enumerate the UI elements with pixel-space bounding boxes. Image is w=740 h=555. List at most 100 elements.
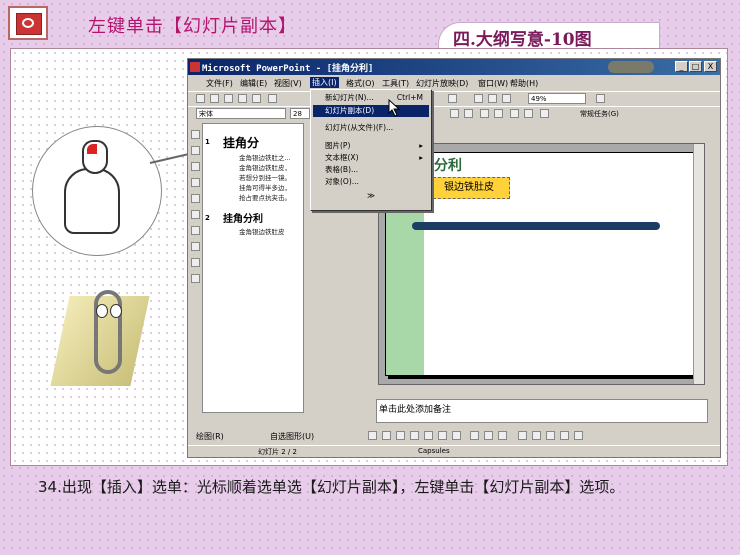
menu-tools[interactable]: 工具(T) (382, 78, 409, 89)
print-icon[interactable] (238, 94, 247, 103)
animation-icon[interactable] (540, 109, 549, 118)
collapse-all-icon[interactable] (191, 226, 200, 235)
expand-icon[interactable] (191, 210, 200, 219)
new-icon[interactable] (196, 94, 205, 103)
fill-color-icon[interactable] (470, 431, 479, 440)
outline-bullet[interactable]: 若想分到挂一镜。 (239, 172, 291, 182)
bullets-icon[interactable] (450, 109, 459, 118)
slide-title[interactable]: 分利 (434, 155, 462, 175)
open-icon[interactable] (210, 94, 219, 103)
menu-window[interactable]: 窗口(W) (478, 78, 508, 89)
slide-position: 幻灯片 2 / 2 (258, 448, 297, 456)
eye-icon (96, 304, 108, 318)
spelling-icon[interactable] (252, 94, 261, 103)
lesson-tab: 四.大纲写意-10图 (438, 22, 660, 50)
menu-item-duplicate-slide[interactable]: 幻灯片副本(D) (313, 105, 429, 117)
zoom-select[interactable]: 49% (528, 93, 586, 104)
line-icon[interactable] (368, 431, 377, 440)
outline-pane[interactable]: 1 挂角分 金角银边铁肚之... 金角银边铁肚皮， 若想分到挂一镜。 挂角可得半… (202, 123, 304, 413)
table-icon[interactable] (474, 94, 483, 103)
menu-help[interactable]: 帮助(H) (510, 78, 538, 89)
mouse-icon (82, 140, 108, 174)
cut-icon[interactable] (268, 94, 277, 103)
columns-icon[interactable] (488, 94, 497, 103)
minimize-button[interactable]: _ (675, 61, 688, 72)
numbering-icon[interactable] (464, 109, 473, 118)
powerpoint-window: Microsoft PowerPoint - [挂角分利] _ □ X 文件(F… (187, 58, 721, 458)
collapse-icon[interactable] (191, 194, 200, 203)
menu-file[interactable]: 文件(F) (206, 78, 233, 89)
notes-pane[interactable]: 单击此处添加备注 (376, 399, 708, 423)
show-formatting-icon[interactable] (191, 274, 200, 283)
slide2-title[interactable]: 挂角分利 (223, 210, 263, 225)
font-size-select[interactable]: 28 (290, 108, 310, 119)
menu-view[interactable]: 视图(V) (274, 78, 302, 89)
outline-bullet[interactable]: 金角银边铁肚之... (239, 152, 291, 162)
menu-item-slides-from-file[interactable]: 幻灯片(从文件)(F)... (313, 122, 429, 134)
outline-toolbar (190, 123, 202, 423)
chart-icon[interactable] (448, 94, 457, 103)
arrow-icon[interactable] (382, 431, 391, 440)
shadow-icon[interactable] (560, 431, 569, 440)
formatting-toolbar: 宋体 28 常规任务(G) (188, 106, 720, 121)
close-button[interactable]: X (704, 61, 717, 72)
submenu-arrow-icon: ▸ (419, 153, 423, 162)
move-up-icon[interactable] (191, 162, 200, 171)
promote-icon[interactable] (510, 109, 519, 118)
outline-bullet[interactable]: 金角银边铁肚皮， (239, 162, 291, 172)
outline-bullet[interactable]: 金角银边铁肚皮 (239, 226, 285, 236)
hyperlink-icon[interactable] (502, 94, 511, 103)
menu-item-table[interactable]: 表格(B)... (313, 164, 429, 176)
menu-insert[interactable]: 插入(I) (310, 77, 339, 88)
menu-item-object[interactable]: 对象(O)... (313, 176, 429, 188)
arrow-style-icon[interactable] (546, 431, 555, 440)
move-down-icon[interactable] (191, 178, 200, 187)
clipart-icon[interactable] (452, 431, 461, 440)
dash-style-icon[interactable] (532, 431, 541, 440)
menu-format[interactable]: 格式(O) (346, 78, 375, 89)
autoshapes-button[interactable]: 自选图形(U) (270, 431, 314, 442)
demote-tool-icon[interactable] (191, 146, 200, 155)
3d-icon[interactable] (574, 431, 583, 440)
line-color-icon[interactable] (484, 431, 493, 440)
eye-icon (110, 304, 122, 318)
font-size-down-icon[interactable] (494, 109, 503, 118)
paperclip-icon (94, 290, 122, 374)
summary-slide-icon[interactable] (191, 258, 200, 267)
menu-edit[interactable]: 编辑(E) (240, 78, 267, 89)
textbox-icon[interactable] (424, 431, 433, 440)
menu-bar: 文件(F) 编辑(E) 视图(V) 插入(I) 格式(O) 工具(T) 幻灯片放… (188, 76, 720, 90)
line-style-icon[interactable] (518, 431, 527, 440)
expand-all-icon[interactable] (191, 242, 200, 251)
assistant-badge (608, 61, 654, 73)
maximize-button[interactable]: □ (689, 61, 702, 72)
font-name-select[interactable]: 宋体 (196, 108, 286, 119)
oval-icon[interactable] (410, 431, 419, 440)
slide1-number: 1 (205, 138, 210, 146)
submenu-arrow-icon: ▸ (419, 141, 423, 150)
font-size-up-icon[interactable] (480, 109, 489, 118)
slide1-title[interactable]: 挂角分 (223, 134, 259, 151)
standard-toolbar: 49% (188, 91, 720, 106)
outline-bullet[interactable]: 抢占要点抗夹击。 (239, 192, 291, 202)
demote-icon[interactable] (524, 109, 533, 118)
menu-item-new-slide[interactable]: 新幻灯片(N)... Ctrl+M (313, 92, 429, 104)
menu-expand-chevron[interactable]: ≫ (313, 190, 429, 202)
menu-item-picture[interactable]: 图片(P) ▸ (313, 140, 429, 152)
menu-slideshow[interactable]: 幻灯片放映(D) (416, 78, 468, 89)
rectangle-icon[interactable] (396, 431, 405, 440)
menu-item-textbox[interactable]: 文本框(X) ▸ (313, 152, 429, 164)
mouse-cursor-icon (388, 99, 401, 117)
wordart-icon[interactable] (438, 431, 447, 440)
help-icon[interactable] (596, 94, 605, 103)
common-tasks-button[interactable]: 常规任务(G) (580, 109, 619, 119)
promote-tool-icon[interactable] (191, 130, 200, 139)
outline-bullet[interactable]: 挂角可得半多边， (239, 182, 291, 192)
slide-textbox[interactable]: 银边铁肚皮 (428, 177, 510, 199)
vertical-scrollbar[interactable] (693, 144, 704, 384)
font-color-icon[interactable] (498, 431, 507, 440)
draw-menu-button[interactable]: 绘图(R) (196, 431, 224, 442)
instruction-caption: 34.出现【插入】选单：光标顺着选单选【幻灯片副本】，左键单击【幻灯片副本】选项… (38, 478, 625, 496)
save-icon[interactable] (224, 94, 233, 103)
office-assistant-icon (50, 284, 156, 394)
